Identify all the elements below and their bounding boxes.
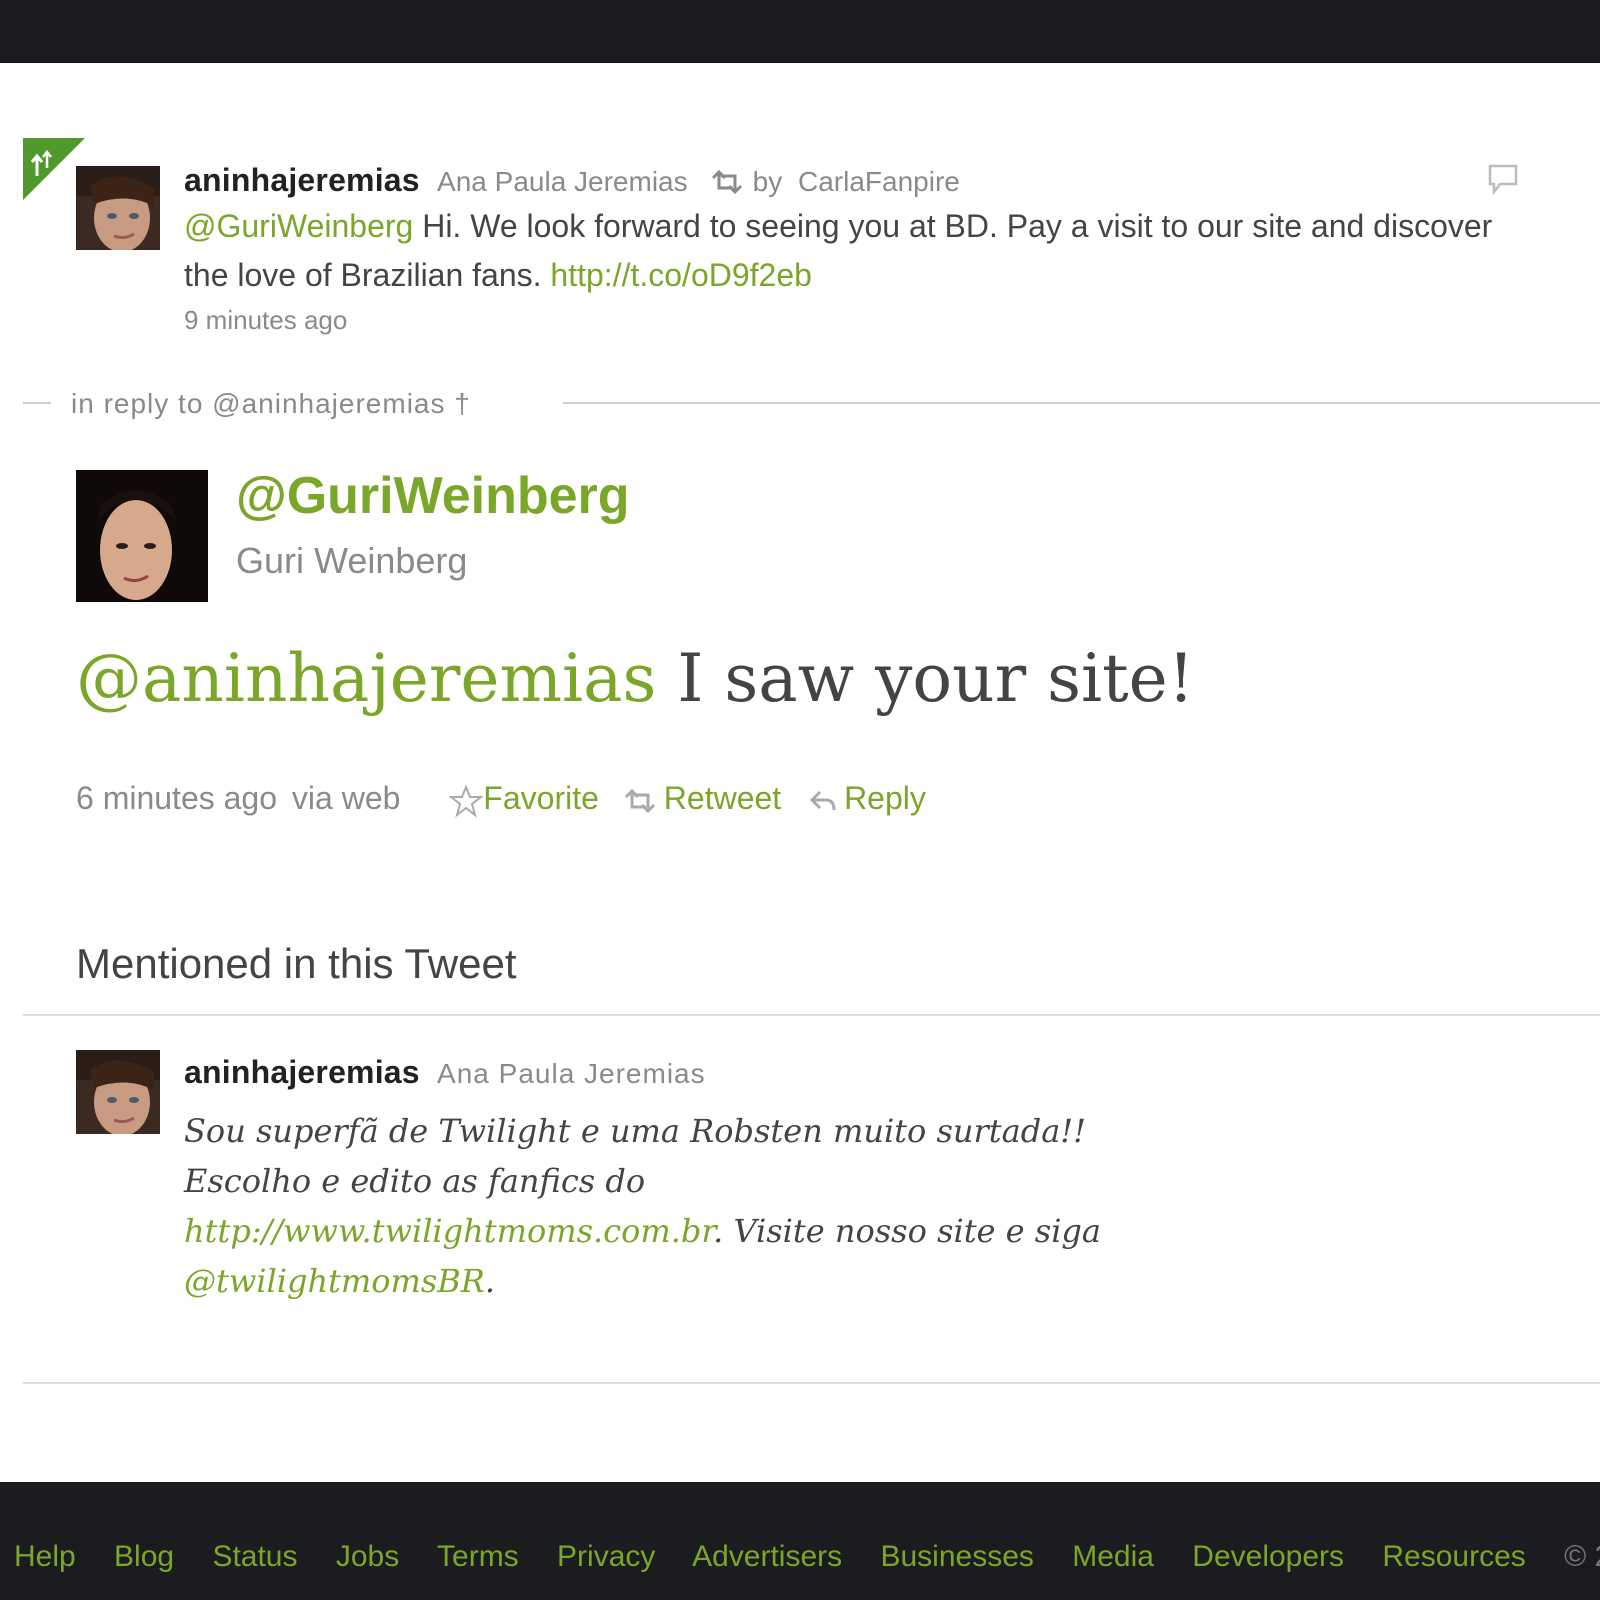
tweet-link[interactable]: http://t.co/oD9f2eb	[550, 257, 812, 293]
avatar-aninhajeremias[interactable]	[76, 166, 160, 250]
retweet-action-icon	[624, 788, 655, 813]
reply-bubble-icon[interactable]	[1486, 162, 1520, 201]
main-tweet-time[interactable]: 6 minutes ago	[76, 780, 277, 816]
retweet-by-user[interactable]: CarlaFanpire	[798, 166, 960, 197]
bio-line-1: Sou superfã de Twilight e uma Robsten mu…	[184, 1112, 1087, 1150]
retweet-text: @GuriWeinberg Hi. We look forward to see…	[184, 202, 1524, 300]
screen-name[interactable]: aninhajeremias	[184, 162, 420, 198]
in-reply-to-divider: in reply to @aninhajeremias †	[23, 388, 1600, 420]
reply-label[interactable]: Reply	[844, 780, 926, 816]
footer-link-resources[interactable]: Resources	[1382, 1540, 1525, 1573]
bio-line-3-rest: . Visite nosso site e siga	[713, 1212, 1101, 1250]
bio-website-link[interactable]: http://www.twilightmoms.com.br	[184, 1212, 713, 1250]
footer-link-developers[interactable]: Developers	[1192, 1540, 1344, 1573]
retweet-button[interactable]: Retweet	[622, 780, 790, 816]
full-name: Ana Paula Jeremias	[437, 166, 688, 197]
star-icon	[449, 783, 484, 818]
in-reply-to-label[interactable]: in reply to @aninhajeremias †	[71, 388, 471, 420]
divider-line-right	[563, 402, 1600, 404]
retweet-header: aninhajeremias Ana Paula Jeremias by Car…	[184, 160, 960, 202]
bio-line-3: http://www.twilightmoms.com.br. Visite n…	[184, 1206, 1484, 1256]
section-divider-bottom	[23, 1382, 1600, 1384]
footer-links: Help Blog Status Jobs Terms Privacy Adve…	[14, 1540, 1600, 1574]
favorite-label[interactable]: Favorite	[483, 780, 599, 816]
mentioned-user-header: aninhajeremias Ana Paula Jeremias	[184, 1052, 706, 1094]
footer-link-privacy[interactable]: Privacy	[557, 1540, 655, 1573]
mentioned-heading: Mentioned in this Tweet	[76, 940, 517, 987]
mentioned-user-bio: Sou superfã de Twilight e uma Robsten mu…	[184, 1106, 1484, 1306]
footer-link-jobs[interactable]: Jobs	[336, 1540, 399, 1573]
footer-copyright: © 201	[1564, 1540, 1600, 1573]
bio-mention-link[interactable]: @twilightmomsBR	[184, 1262, 485, 1300]
main-tweet-text: @aninhajeremias I saw your site!	[76, 640, 1194, 717]
favorite-button[interactable]: Favorite	[449, 780, 607, 818]
mentioned-full-name: Ana Paula Jeremias	[437, 1058, 706, 1089]
footer-link-status[interactable]: Status	[212, 1540, 297, 1573]
main-tweet-handle[interactable]: @GuriWeinberg	[236, 466, 630, 526]
retweet-timestamp[interactable]: 9 minutes ago	[184, 305, 347, 336]
main-tweet-via: via web	[291, 780, 401, 816]
reply-button[interactable]: Reply	[808, 780, 926, 816]
footer-link-businesses[interactable]: Businesses	[880, 1540, 1033, 1573]
avatar-mentioned-user[interactable]	[76, 1050, 160, 1134]
retweeted-by: by CarlaFanpire	[709, 166, 960, 197]
mentioned-screen-name[interactable]: aninhajeremias	[184, 1054, 420, 1090]
main-tweet-name: Guri Weinberg	[236, 540, 468, 581]
footer-link-media[interactable]: Media	[1072, 1540, 1154, 1573]
avatar-guriweinberg[interactable]	[76, 470, 208, 602]
footer-link-advertisers[interactable]: Advertisers	[692, 1540, 842, 1573]
footer-link-terms[interactable]: Terms	[437, 1540, 519, 1573]
mention-link[interactable]: @GuriWeinberg	[184, 208, 413, 244]
main-tweet-mention[interactable]: @aninhajeremias	[76, 640, 656, 717]
section-divider	[23, 1014, 1600, 1016]
retweet-label[interactable]: Retweet	[664, 780, 781, 816]
retweet-by-prefix: by	[752, 166, 783, 197]
bio-line-4: @twilightmomsBR.	[184, 1256, 1484, 1306]
reply-arrow-icon	[809, 790, 836, 810]
footer-link-blog[interactable]: Blog	[114, 1540, 174, 1573]
footer-link-help[interactable]: Help	[14, 1540, 76, 1573]
bio-line-2: Escolho e edito as fanfics do	[184, 1162, 646, 1200]
main-tweet-body: I saw your site!	[677, 640, 1195, 717]
divider-line-left	[23, 402, 51, 404]
top-bar	[0, 0, 1600, 63]
bio-end: .	[484, 1262, 496, 1300]
retweet-icon	[711, 169, 742, 195]
tweet-meta: 6 minutes ago via web Favorite Retweet R…	[76, 780, 926, 818]
